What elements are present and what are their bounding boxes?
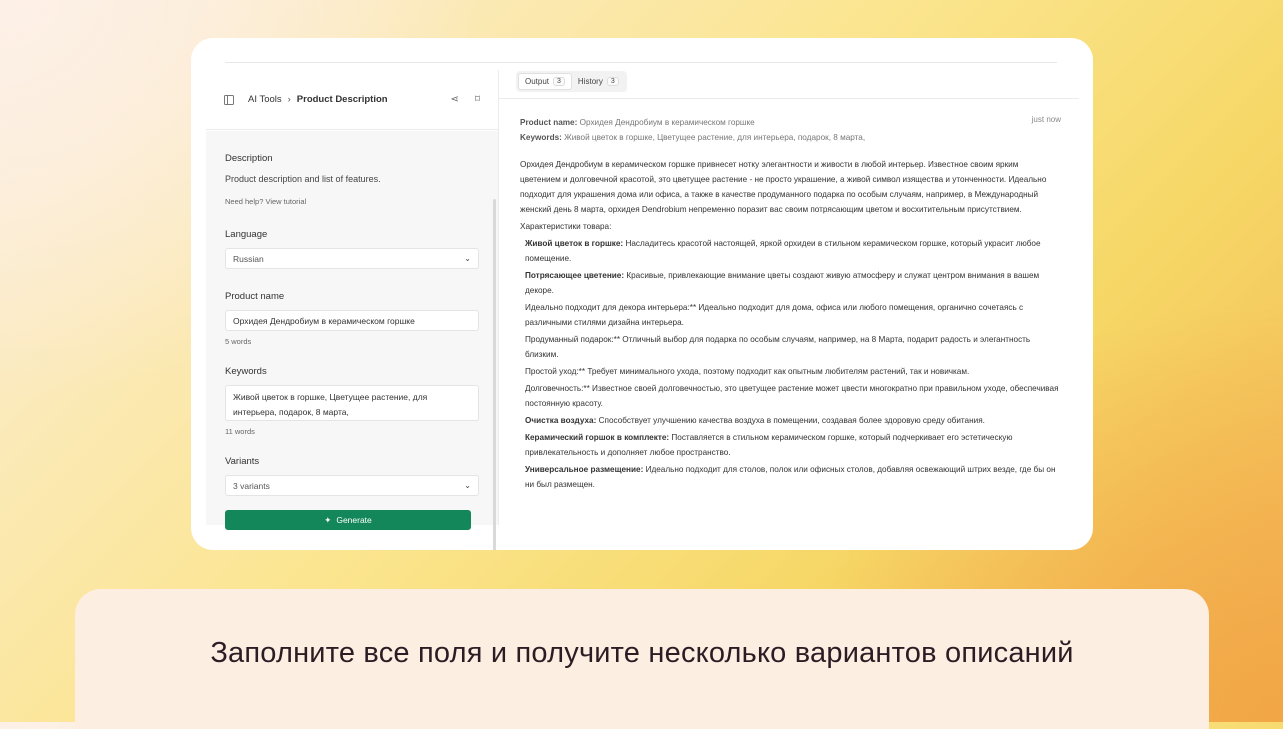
- variants-select[interactable]: 3 variants ⌄: [225, 475, 479, 496]
- feature-title: Очистка воздуха:: [525, 416, 597, 425]
- share-icon[interactable]: ⋖: [450, 94, 458, 105]
- breadcrumb-separator: ›: [287, 94, 291, 105]
- description-label: Description: [225, 153, 273, 164]
- product-name-input[interactable]: Орхидея Дендробиум в керамическом горшке: [225, 310, 479, 331]
- feature-text: Идеально подходит для декора интерьера:*…: [525, 303, 1024, 327]
- features-list: Живой цветок в горшке: Насладитесь красо…: [520, 236, 1060, 492]
- feature-text: Продуманный подарок:** Отличный выбор дл…: [525, 335, 1031, 359]
- features-heading: Характеристики товара:: [520, 222, 612, 231]
- output-content: Product name: Орхидея Дендробиум в керам…: [520, 115, 1060, 492]
- output-panel: Output 3 History 3 just now Product name…: [499, 70, 1079, 525]
- feature-item: Универсальное размещение: Идеально подхо…: [525, 462, 1060, 492]
- keywords-input[interactable]: Живой цветок в горшке, Цветущее растение…: [225, 385, 479, 421]
- tab-history-label: History: [577, 77, 603, 86]
- feature-title: Живой цветок в горшке:: [525, 239, 624, 248]
- feature-item: Идеально подходит для декора интерьера:*…: [525, 300, 1060, 330]
- generate-button[interactable]: ✦ Generate: [225, 510, 471, 530]
- sparkle-icon: ✦: [324, 514, 332, 525]
- output-product-name: Product name: Орхидея Дендробиум в керам…: [520, 115, 1060, 130]
- product-name-label: Product name: [225, 291, 285, 302]
- feature-title: Керамический горшок в комплекте:: [525, 433, 670, 442]
- keywords-key: Keywords:: [520, 133, 562, 142]
- top-divider: [225, 62, 1057, 63]
- caption-text: Заполните все поля и получите несколько …: [210, 637, 1074, 669]
- language-value: Russian: [233, 253, 264, 264]
- breadcrumb-current: Product Description: [296, 94, 388, 105]
- tab-history[interactable]: History 3: [572, 73, 625, 90]
- language-select[interactable]: Russian ⌄: [225, 248, 479, 269]
- chevron-down-icon: ⌄: [464, 481, 471, 490]
- tab-output[interactable]: Output 3: [518, 73, 572, 90]
- breadcrumb-root[interactable]: AI Tools: [248, 94, 282, 105]
- feature-text: Способствует улучшению качества воздуха …: [596, 416, 985, 425]
- feature-item: Простой уход:** Требует минимального ухо…: [525, 364, 1060, 379]
- feature-text: Простой уход:** Требует минимального ухо…: [525, 367, 970, 376]
- chevron-down-icon: ⌄: [464, 254, 471, 263]
- caption-banner: Заполните все поля и получите несколько …: [75, 589, 1209, 729]
- feature-item: Очистка воздуха: Способствует улучшению …: [525, 413, 1060, 428]
- product-name-word-count: 5 words: [225, 337, 252, 346]
- feature-item: Керамический горшок в комплекте: Поставл…: [525, 430, 1060, 460]
- keywords-val: Живой цветок в горшке, Цветущее растение…: [564, 133, 866, 142]
- product-name-val: Орхидея Дендробиум в керамическом горшке: [579, 118, 755, 127]
- variants-label: Variants: [225, 456, 260, 467]
- tab-output-count: 3: [553, 77, 565, 86]
- tab-output-label: Output: [525, 77, 550, 86]
- scrollbar[interactable]: [493, 199, 496, 550]
- variants-value: 3 variants: [233, 480, 270, 491]
- output-keywords: Keywords: Живой цветок в горшке, Цветуще…: [520, 130, 1060, 145]
- keywords-word-count: 11 words: [225, 427, 255, 436]
- description-text: Product description and list of features…: [225, 174, 381, 184]
- help-link[interactable]: Need help? View tutorial: [225, 197, 479, 206]
- bookmark-icon[interactable]: ⌑: [475, 94, 480, 105]
- generate-label: Generate: [336, 515, 372, 525]
- app-card: AI Tools › Product Description ⋖ ⌑ Descr…: [191, 38, 1093, 550]
- feature-item: Долговечность:** Известное своей долгове…: [525, 381, 1060, 411]
- form-body: Description Product description and list…: [206, 131, 498, 550]
- feature-item: Потрясающее цветение: Красивые, привлека…: [525, 268, 1060, 298]
- feature-item: Продуманный подарок:** Отличный выбор дл…: [525, 332, 1060, 362]
- keywords-value: Живой цветок в горшке, Цветущее растение…: [233, 392, 428, 417]
- tab-history-count: 3: [606, 77, 619, 86]
- tab-bar: Output 3 History 3: [516, 71, 627, 92]
- feature-title: Потрясающее цветение:: [525, 271, 625, 280]
- product-name-value: Орхидея Дендробиум в керамическом горшке: [233, 315, 415, 326]
- input-panel: AI Tools › Product Description ⋖ ⌑ Descr…: [206, 70, 499, 550]
- feature-item: Живой цветок в горшке: Насладитесь красо…: [525, 236, 1060, 266]
- product-name-key: Product name:: [520, 118, 578, 127]
- output-intro: Орхидея Дендробиум в керамическом горшке…: [520, 160, 1047, 214]
- feature-text: Долговечность:** Известное своей долгове…: [525, 384, 1059, 408]
- panel-header: AI Tools › Product Description ⋖ ⌑: [206, 70, 498, 130]
- language-label: Language: [225, 229, 268, 240]
- sidebar-toggle-icon[interactable]: [224, 94, 234, 105]
- keywords-label: Keywords: [225, 366, 267, 377]
- tab-divider: [499, 98, 1079, 99]
- feature-title: Универсальное размещение:: [525, 465, 644, 474]
